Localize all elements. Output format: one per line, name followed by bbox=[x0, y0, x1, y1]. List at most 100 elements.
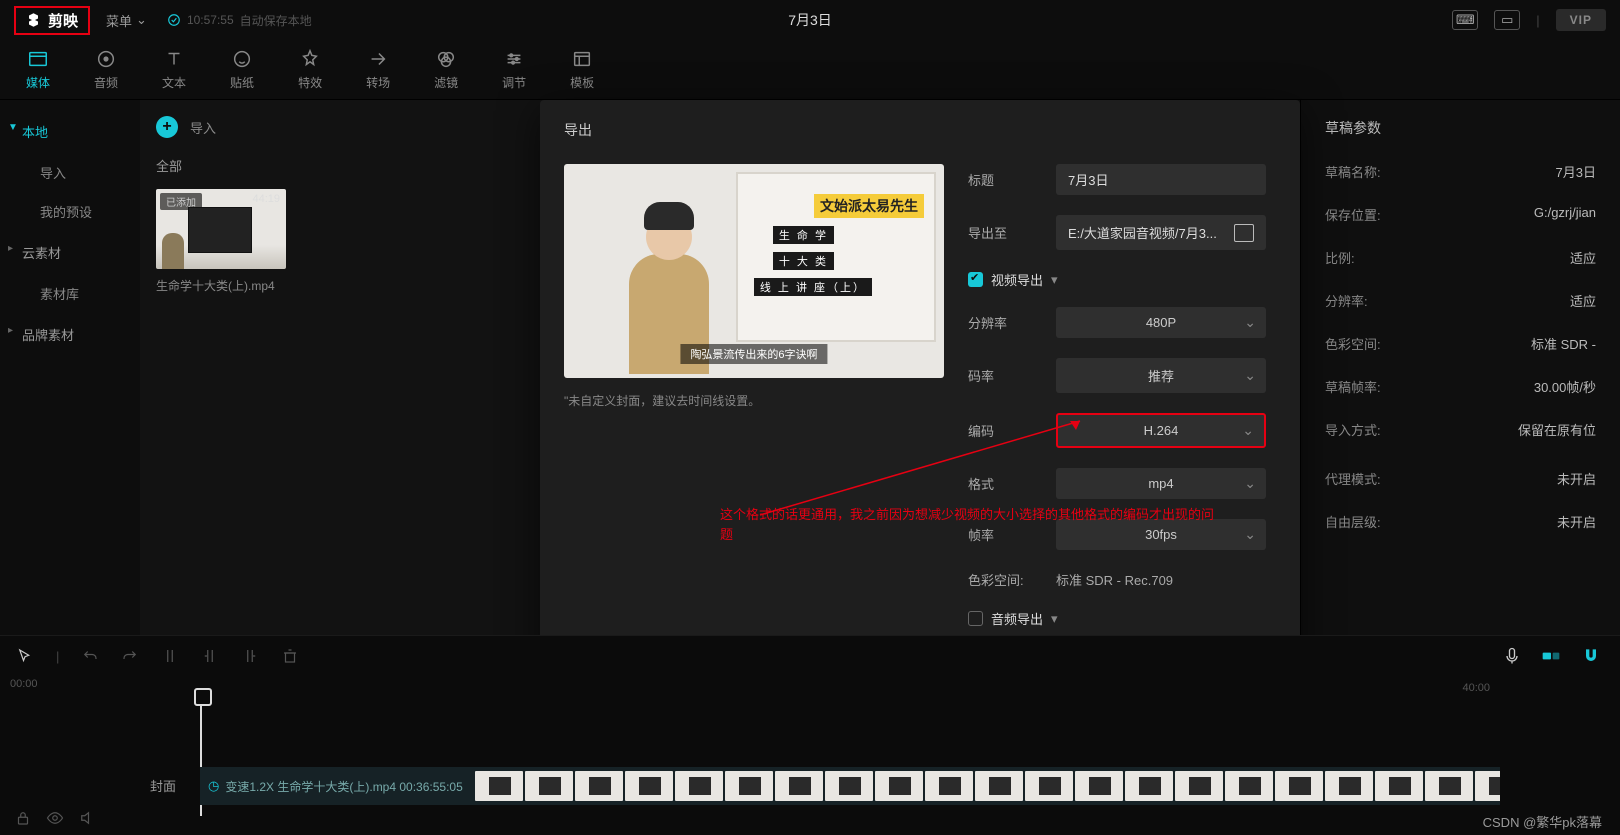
timeline-toolbar: | bbox=[0, 636, 1620, 676]
tab-filter[interactable]: 滤镜 bbox=[434, 48, 458, 91]
app-logo: 剪映 bbox=[14, 6, 90, 35]
draft-row: 草稿名称:7月3日 bbox=[1325, 162, 1596, 181]
add-media-button[interactable]: + bbox=[156, 116, 178, 138]
chevron-down-icon: ⌄ bbox=[136, 12, 147, 28]
tab-adjust[interactable]: 调节 bbox=[502, 48, 526, 91]
video-track[interactable]: ◷ 变速1.2X 生命学十大类(上).mp4 00:36:55:05 bbox=[200, 767, 1500, 805]
checkbox-icon[interactable] bbox=[968, 611, 983, 626]
autosave-text: 自动保存本地 bbox=[240, 12, 312, 29]
caret-icon: ▸ bbox=[8, 243, 13, 254]
autosave-info: 10:57:55 自动保存本地 bbox=[167, 12, 312, 29]
vip-badge[interactable]: VIP bbox=[1556, 9, 1606, 31]
draft-row: 草稿帧率:30.00帧/秒 bbox=[1325, 377, 1596, 396]
redo-icon[interactable] bbox=[121, 647, 139, 665]
menu-label: 菜单 bbox=[106, 11, 132, 30]
tab-adjust-label: 调节 bbox=[502, 74, 526, 91]
toggle-track-icon[interactable] bbox=[1540, 646, 1562, 666]
resolution-select[interactable]: 480P bbox=[1056, 307, 1266, 338]
sidebar-item-import[interactable]: 导入 bbox=[0, 153, 140, 192]
clip-label: 变速1.2X 生命学十大类(上).mp4 00:36:55:05 bbox=[225, 778, 462, 795]
divider: | bbox=[1536, 13, 1539, 28]
tab-audio[interactable]: 音频 bbox=[94, 48, 118, 91]
tab-effects-label: 特效 bbox=[298, 74, 322, 91]
tab-template-label: 模板 bbox=[570, 74, 594, 91]
split-left-icon[interactable] bbox=[201, 647, 219, 665]
chevron-down-icon: ▾ bbox=[1051, 272, 1058, 288]
eye-icon[interactable] bbox=[46, 809, 64, 827]
watermark: CSDN @繁华pk落幕 bbox=[1483, 812, 1602, 831]
path-input[interactable]: E:/大道家园音视频/7月3... bbox=[1056, 215, 1266, 250]
magnet-icon[interactable] bbox=[1580, 646, 1602, 666]
keyboard-icon[interactable]: ⌨ bbox=[1452, 10, 1478, 30]
path-field-label: 导出至 bbox=[968, 223, 1056, 242]
lock-icon[interactable] bbox=[14, 809, 32, 827]
draft-row: 保存位置:G:/gzrj/jian bbox=[1325, 205, 1596, 224]
sidebar-cloud-label: 云素材 bbox=[22, 246, 61, 261]
tab-text[interactable]: 文本 bbox=[162, 48, 186, 91]
sidebar-item-presets[interactable]: 我的预设 bbox=[0, 192, 140, 231]
mute-icon[interactable] bbox=[78, 809, 96, 827]
tab-effects[interactable]: 特效 bbox=[298, 48, 322, 91]
sidebar-item-local[interactable]: ▼本地 bbox=[0, 110, 140, 153]
timeline-right-tools bbox=[1502, 646, 1602, 666]
resolution-label: 分辨率 bbox=[968, 313, 1056, 332]
draft-row: 导入方式:保留在原有位 bbox=[1325, 420, 1596, 439]
preview-yellow-label: 文始派太易先生 bbox=[814, 194, 924, 218]
timeline-ruler[interactable]: 00:00 bbox=[0, 676, 1620, 698]
cover-button[interactable]: 封面 bbox=[150, 776, 176, 795]
export-dialog-title: 导出 bbox=[564, 120, 1276, 140]
preview-black-label: 生 命 学 bbox=[773, 226, 834, 244]
layout-icon[interactable]: ▭ bbox=[1494, 10, 1520, 30]
title-input[interactable] bbox=[1056, 164, 1266, 195]
bitrate-select[interactable]: 推荐 bbox=[1056, 358, 1266, 393]
bitrate-label: 码率 bbox=[968, 366, 1056, 385]
thumbnail-filename: 生命学十大类(上).mp4 bbox=[156, 277, 286, 294]
undo-icon[interactable] bbox=[81, 647, 99, 665]
tab-template[interactable]: 模板 bbox=[570, 48, 594, 91]
preview-image: 文始派太易先生 生 命 学 十 大 类 线 上 讲 座（上） 陶弘景流传出来的6… bbox=[564, 164, 944, 378]
draft-panel-title: 草稿参数 bbox=[1325, 118, 1596, 138]
tab-text-label: 文本 bbox=[162, 74, 186, 91]
sidebar-brand-label: 品牌素材 bbox=[22, 328, 74, 343]
title-field-label: 标题 bbox=[968, 170, 1056, 189]
fps-label: 帧率 bbox=[968, 525, 1056, 544]
split-icon[interactable] bbox=[161, 647, 179, 665]
split-right-icon[interactable] bbox=[241, 647, 259, 665]
thumbnail-image: 已添加 44:19 bbox=[156, 189, 286, 269]
sidebar-item-cloud[interactable]: ▸ 云素材 bbox=[0, 231, 140, 274]
video-export-section[interactable]: 视频导出▾ bbox=[968, 270, 1266, 289]
audio-export-section[interactable]: 音频导出▾ bbox=[968, 609, 1266, 628]
preview-caption: 陶弘景流传出来的6字诀啊 bbox=[680, 344, 827, 364]
project-title: 7月3日 bbox=[788, 10, 832, 30]
pointer-icon[interactable] bbox=[16, 647, 34, 665]
preview-note: "未自定义封面，建议去时间线设置。 bbox=[564, 392, 944, 409]
mic-icon[interactable] bbox=[1502, 646, 1522, 666]
tab-media-label: 媒体 bbox=[26, 74, 50, 91]
media-thumbnail[interactable]: 已添加 44:19 生命学十大类(上).mp4 bbox=[156, 189, 286, 294]
tab-audio-label: 音频 bbox=[94, 74, 118, 91]
titlebar-right: ⌨ ▭ | VIP bbox=[1452, 9, 1606, 31]
tab-sticker[interactable]: 贴纸 bbox=[230, 48, 254, 91]
import-label: 导入 bbox=[190, 118, 216, 137]
tab-transition[interactable]: 转场 bbox=[366, 48, 390, 91]
tab-transition-label: 转场 bbox=[366, 74, 390, 91]
format-select[interactable]: mp4 bbox=[1056, 468, 1266, 499]
timeline: | 00:00 40:00 封面 ◷ 变速1.2X 生命学十大类(上).mp4 … bbox=[0, 635, 1620, 835]
preview-black-label: 十 大 类 bbox=[773, 252, 834, 270]
codec-select[interactable]: H.264 bbox=[1056, 413, 1266, 448]
ruler-end: 40:00 bbox=[1462, 682, 1490, 694]
speed-icon: ◷ bbox=[208, 778, 219, 794]
sidebar-item-brand[interactable]: ▸品牌素材 bbox=[0, 313, 140, 356]
draft-row: 代理模式:未开启 bbox=[1325, 469, 1596, 488]
colorspace-row: 色彩空间:标准 SDR - Rec.709 bbox=[968, 570, 1266, 589]
fps-select[interactable]: 30fps bbox=[1056, 519, 1266, 550]
menu-button[interactable]: 菜单 ⌄ bbox=[106, 11, 147, 30]
sidebar-item-library[interactable]: 素材库 bbox=[0, 274, 140, 313]
tab-media[interactable]: 媒体 bbox=[26, 48, 50, 91]
format-label: 格式 bbox=[968, 474, 1056, 493]
delete-icon[interactable] bbox=[281, 647, 299, 665]
checkbox-icon[interactable] bbox=[968, 272, 983, 287]
folder-icon[interactable] bbox=[1234, 224, 1254, 242]
draft-row: 色彩空间:标准 SDR - bbox=[1325, 334, 1596, 353]
clip-frames bbox=[475, 771, 1500, 801]
